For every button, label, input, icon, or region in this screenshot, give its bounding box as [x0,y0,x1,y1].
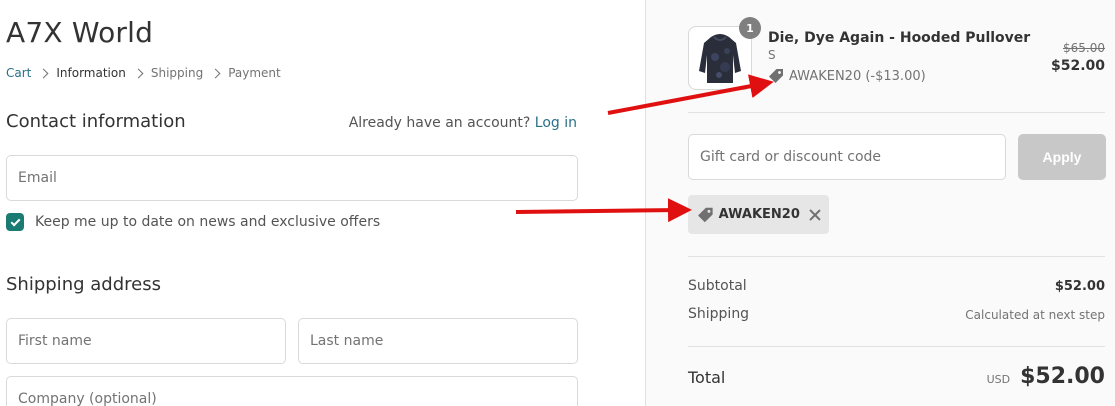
apply-button[interactable]: Apply [1018,134,1106,180]
close-icon[interactable] [809,209,820,221]
account-prompt: Already have an account? Log in [349,115,577,131]
applied-discount-code: AWAKEN20 [718,207,800,222]
total-amount: $52.00 [1020,364,1105,389]
tag-icon [698,207,713,222]
product-discount-text: AWAKEN20 (-$13.00) [789,68,926,84]
product-variant: S [768,48,776,62]
breadcrumb-cart[interactable]: Cart [6,66,31,80]
email-field[interactable]: Email [6,155,578,201]
total: USD $52.00 [987,364,1105,389]
final-price: $52.00 [1050,58,1105,74]
divider [688,256,1105,257]
checkout-main: A7X World Cart Information Shipping Paym… [0,0,645,406]
product-discount: AWAKEN20 (-$13.00) [768,68,926,84]
contact-section-title: Contact information [6,111,186,132]
newsletter-checkbox[interactable] [6,213,24,231]
shipping-section-title: Shipping address [6,274,161,295]
order-summary: 1 Die, Dye Again - Hooded Pullover S AWA… [645,0,1115,406]
last-name-placeholder: Last name [310,333,384,349]
discount-code-input[interactable]: Gift card or discount code [688,134,1006,180]
total-currency: USD [986,373,1011,386]
chevron-right-icon [133,68,144,78]
breadcrumb-shipping: Shipping [150,66,204,80]
account-prompt-text: Already have an account? [348,115,531,131]
breadcrumb-information: Information [56,66,126,80]
shipping-label: Shipping [688,306,750,322]
discount-code-placeholder: Gift card or discount code [700,149,882,165]
product-thumbnail: 1 [688,17,761,90]
email-placeholder: Email [18,170,57,186]
original-price: $65.00 [1063,41,1105,55]
shipping-value: Calculated at next step [965,308,1105,322]
divider [688,112,1105,113]
checkmark-icon [10,216,20,226]
divider [688,346,1105,347]
product-name: Die, Dye Again - Hooded Pullover [768,30,1031,46]
hoodie-thumbnail [699,34,741,83]
tag-icon [769,69,783,83]
quantity-badge: 1 [739,17,761,39]
breadcrumb: Cart Information Shipping Payment [6,66,281,80]
last-name-field[interactable]: Last name [298,318,578,364]
company-placeholder: Company (optional) [18,391,157,406]
store-name[interactable]: A7X World [6,16,153,49]
login-link[interactable]: Log in [535,115,577,131]
chevron-right-icon [210,68,221,78]
subtotal-label: Subtotal [688,278,747,294]
breadcrumb-payment: Payment [228,66,281,80]
applied-discount-tag: AWAKEN20 [688,195,829,234]
newsletter-option[interactable]: Keep me up to date on news and exclusive… [6,213,380,231]
chevron-right-icon [38,68,49,78]
first-name-field[interactable]: First name [6,318,286,364]
first-name-placeholder: First name [18,333,92,349]
subtotal-value: $52.00 [1054,279,1105,294]
newsletter-label: Keep me up to date on news and exclusive… [35,214,381,230]
total-label: Total [688,368,726,387]
company-field[interactable]: Company (optional) [6,376,578,406]
